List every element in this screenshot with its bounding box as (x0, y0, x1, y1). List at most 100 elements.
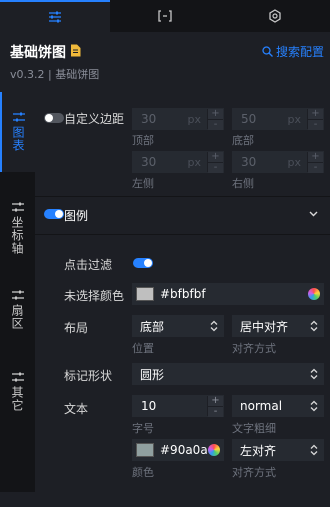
custom-margin-toggle[interactable] (44, 113, 64, 123)
up-down-chevron-icon (310, 368, 318, 380)
increment-button[interactable]: + (308, 152, 323, 162)
legend-section-title: 图例 (64, 209, 89, 223)
sliders-icon (49, 11, 61, 23)
sidenav-label: 扇区 (10, 304, 24, 330)
unit-label: px (287, 112, 302, 126)
font-size-caption: 字号 (132, 422, 154, 435)
custom-margin-label: 自定义边距 (64, 112, 125, 126)
side-nav: 图表 坐标轴 扇区 其它 (0, 92, 35, 492)
sidenav-item-sector[interactable]: 扇区 (0, 290, 35, 350)
text-label: 文本 (64, 402, 89, 416)
stepper: + - (307, 152, 323, 173)
layout-position-value: 底部 (140, 319, 165, 334)
marker-shape-value: 圆形 (140, 367, 165, 382)
decrement-button[interactable]: - (208, 162, 223, 173)
color-wheel-icon[interactable] (208, 444, 220, 456)
stepper: + - (207, 396, 223, 417)
tab-style-config[interactable] (0, 0, 110, 32)
sidenav-item-other[interactable]: 其它 (0, 372, 35, 432)
sidenav-item-chart[interactable]: 图表 (0, 92, 35, 172)
increment-button[interactable]: + (208, 152, 223, 162)
layout-align-select[interactable]: 居中对齐 (232, 315, 324, 337)
sliders-icon (12, 112, 25, 122)
unit-label: px (287, 155, 302, 169)
unselected-color-value: #bfbfbf (160, 287, 206, 301)
increment-button[interactable]: + (208, 396, 223, 406)
layout-align-value: 居中对齐 (240, 319, 289, 334)
layout-position-select[interactable]: 底部 (132, 315, 224, 337)
margin-right-caption: 右侧 (232, 177, 254, 190)
decrement-button[interactable]: - (208, 406, 223, 417)
chevron-down-icon[interactable] (309, 211, 318, 217)
font-weight-select[interactable]: normal (232, 395, 324, 417)
text-align-select[interactable]: 左对齐 (232, 439, 324, 461)
sidenav-label: 坐标轴 (10, 216, 24, 255)
marker-shape-label: 标记形状 (64, 369, 113, 383)
up-down-chevron-icon (210, 320, 218, 332)
unit-label: px (187, 155, 202, 169)
unselected-color-input[interactable]: #bfbfbf (132, 283, 324, 305)
sliders-icon (11, 290, 24, 300)
marker-shape-select[interactable]: 圆形 (132, 363, 324, 385)
legend-toggle[interactable] (44, 209, 64, 219)
refresh-icon (269, 9, 281, 23)
up-down-chevron-icon (310, 320, 318, 332)
margin-right-value: 30 (241, 155, 257, 169)
sidenav-label: 其它 (10, 386, 24, 412)
version-text: v0.3.2 | 基础饼图 (10, 68, 100, 81)
click-filter-label: 点击过滤 (64, 258, 113, 272)
increment-button[interactable]: + (208, 109, 223, 119)
layout-position-caption: 位置 (132, 342, 154, 355)
margin-bottom-value: 50 (241, 112, 257, 126)
margin-right-input[interactable]: 30 px + - (232, 151, 324, 173)
increment-button[interactable]: + (308, 109, 323, 119)
color-wheel-icon[interactable] (308, 288, 320, 300)
stepper: + - (307, 109, 323, 130)
margin-top-input[interactable]: 30 px + - (132, 108, 224, 130)
text-color-caption: 颜色 (132, 466, 154, 479)
page-title: 基础饼图 (10, 45, 66, 61)
up-down-chevron-icon (310, 400, 318, 412)
margin-top-caption: 顶部 (132, 134, 154, 147)
font-size-input[interactable]: 10 + - (132, 395, 224, 417)
decrement-button[interactable]: - (308, 162, 323, 173)
text-align-value: 左对齐 (240, 443, 277, 458)
divider (35, 196, 330, 197)
margin-top-value: 30 (141, 112, 157, 126)
tab-interaction-config[interactable] (220, 0, 330, 32)
sliders-icon (11, 372, 24, 382)
font-weight-value: normal (240, 399, 283, 413)
text-color-value: #90a0a (160, 443, 208, 457)
sliders-icon (11, 202, 24, 212)
search-config-link[interactable]: 搜索配置 (262, 43, 324, 60)
font-size-value: 10 (141, 399, 157, 413)
color-swatch (136, 287, 154, 301)
sidenav-label: 图表 (11, 126, 25, 152)
sidenav-item-axis[interactable]: 坐标轴 (0, 202, 35, 272)
top-tab-bar (0, 0, 330, 32)
decrement-button[interactable]: - (308, 119, 323, 130)
tab-data-config[interactable] (110, 0, 220, 32)
margin-left-value: 30 (141, 155, 157, 169)
bracket-icon (158, 10, 172, 22)
toggle-knob (144, 259, 152, 267)
text-align-caption: 对齐方式 (232, 466, 276, 479)
up-down-chevron-icon (310, 444, 318, 456)
decrement-button[interactable]: - (208, 119, 223, 130)
margin-left-input[interactable]: 30 px + - (132, 151, 224, 173)
toggle-knob (45, 114, 53, 122)
text-color-input[interactable]: #90a0a (132, 439, 224, 461)
stepper: + - (207, 152, 223, 173)
click-filter-toggle[interactable] (133, 258, 153, 268)
divider (35, 234, 330, 235)
margin-bottom-input[interactable]: 50 px + - (232, 108, 324, 130)
search-icon (262, 46, 273, 57)
margin-left-caption: 左侧 (132, 177, 154, 190)
layout-label: 布局 (64, 321, 89, 335)
document-icon (71, 44, 81, 57)
color-swatch (136, 443, 154, 457)
layout-align-caption: 对齐方式 (232, 342, 276, 355)
unselected-color-label: 未选择颜色 (64, 289, 125, 303)
margin-bottom-caption: 底部 (232, 134, 254, 147)
unit-label: px (187, 112, 202, 126)
